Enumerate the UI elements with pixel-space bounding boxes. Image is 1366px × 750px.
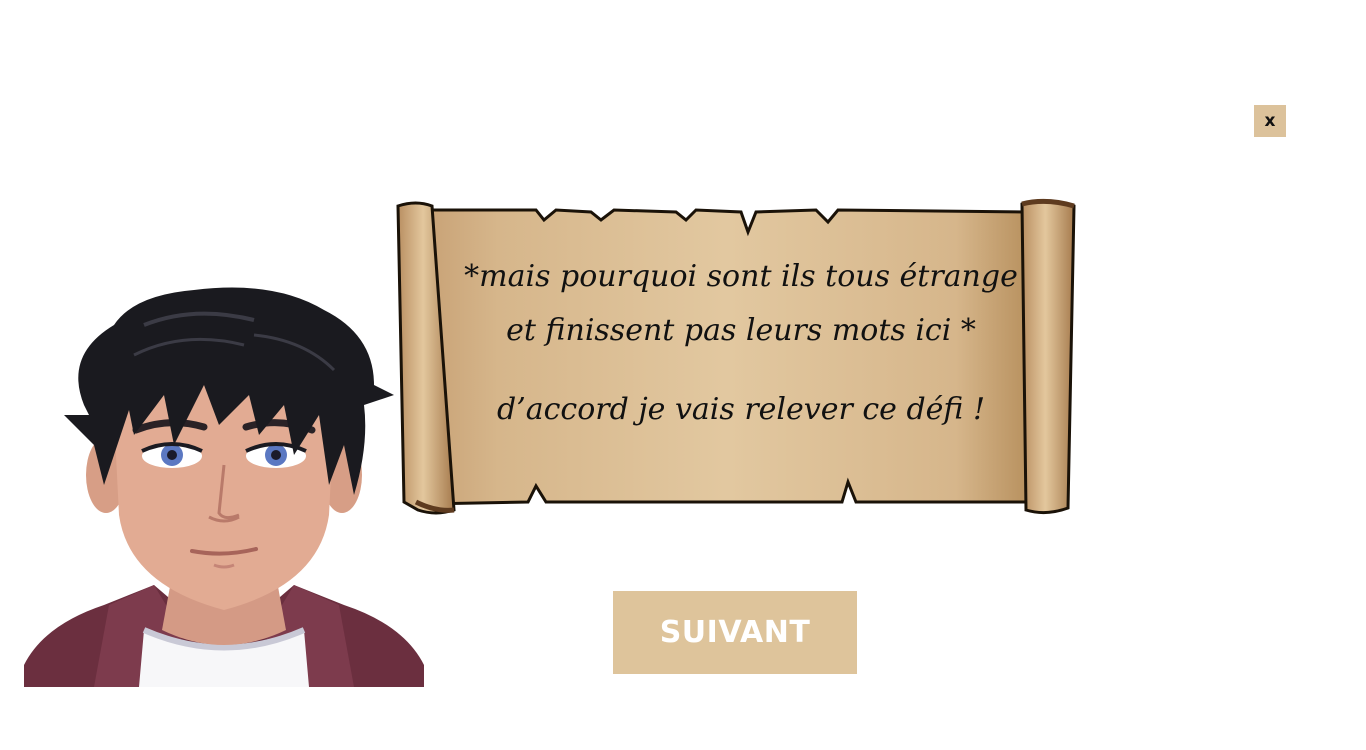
dialog-line-2: d’accord je vais relever ce défi ! xyxy=(497,392,985,427)
dialog-text: *mais pourquoi sont ils tous étrange et … xyxy=(446,250,1036,430)
close-button[interactable]: x xyxy=(1254,105,1286,137)
next-button[interactable]: SUIVANT xyxy=(613,591,857,674)
dialog-scroll: *mais pourquoi sont ils tous étrange et … xyxy=(396,198,1078,516)
game-scene: x *mais pourquoi sont ils tous étrange e… xyxy=(0,0,1366,750)
character-avatar xyxy=(24,287,424,687)
dialog-line-1: *mais pourquoi sont ils tous étrange et … xyxy=(464,259,1018,348)
